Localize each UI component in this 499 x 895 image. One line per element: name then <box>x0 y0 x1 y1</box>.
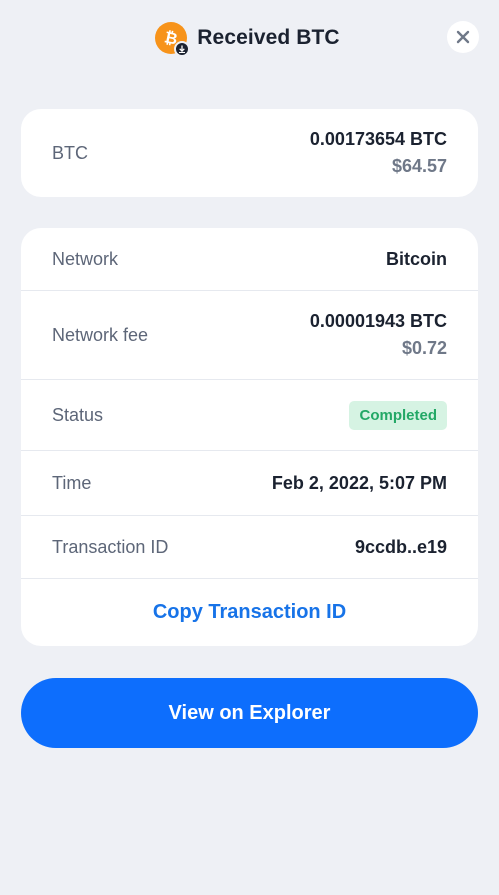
time-value: Feb 2, 2022, 5:07 PM <box>271 472 447 493</box>
network-fee-fiat: $0.72 <box>401 338 447 358</box>
copy-transaction-id-button[interactable]: Copy Transaction ID <box>21 579 478 646</box>
amount-values: 0.00173654 BTC $64.57 <box>310 129 447 177</box>
network-fee-row: Network fee 0.00001943 BTC $0.72 <box>21 291 478 380</box>
close-button[interactable] <box>447 21 479 53</box>
time-label: Time <box>52 472 92 493</box>
transaction-id-value: 9ccdb..e19 <box>354 536 447 557</box>
amount-row: BTC 0.00173654 BTC $64.57 <box>21 109 478 197</box>
network-label: Network <box>52 248 119 269</box>
amount-crypto-value: 0.00173654 BTC <box>309 129 447 149</box>
network-value: Bitcoin <box>386 248 447 269</box>
amount-label: BTC <box>52 142 88 163</box>
amount-fiat-value: $64.57 <box>391 156 447 176</box>
header-title-group: ₿ Received BTC <box>155 22 340 57</box>
header: ₿ Received BTC <box>0 0 499 76</box>
download-arrow-icon <box>174 41 191 57</box>
transaction-detail-screen: ₿ Received BTC BTC 0.00173654 BTC $64.57… <box>0 0 499 895</box>
details-card: Network Bitcoin Network fee 0.00001943 B… <box>21 228 478 646</box>
view-on-explorer-button[interactable]: View on Explorer <box>21 678 478 748</box>
status-badge: Completed <box>349 400 447 430</box>
network-fee-crypto: 0.00001943 BTC <box>309 311 447 331</box>
status-label: Status <box>52 404 104 425</box>
amount-card: BTC 0.00173654 BTC $64.57 <box>21 109 478 197</box>
status-row: Status Completed <box>21 380 478 451</box>
time-row: Time Feb 2, 2022, 5:07 PM <box>21 451 478 516</box>
transaction-id-label: Transaction ID <box>52 536 169 557</box>
network-fee-label: Network fee <box>52 324 149 345</box>
bitcoin-icon: ₿ <box>155 22 191 57</box>
network-fee-values: 0.00001943 BTC $0.72 <box>310 311 447 359</box>
network-row: Network Bitcoin <box>21 228 478 291</box>
close-icon <box>456 30 470 44</box>
page-title: Received BTC <box>197 26 340 49</box>
transaction-id-row: Transaction ID 9ccdb..e19 <box>21 516 478 579</box>
